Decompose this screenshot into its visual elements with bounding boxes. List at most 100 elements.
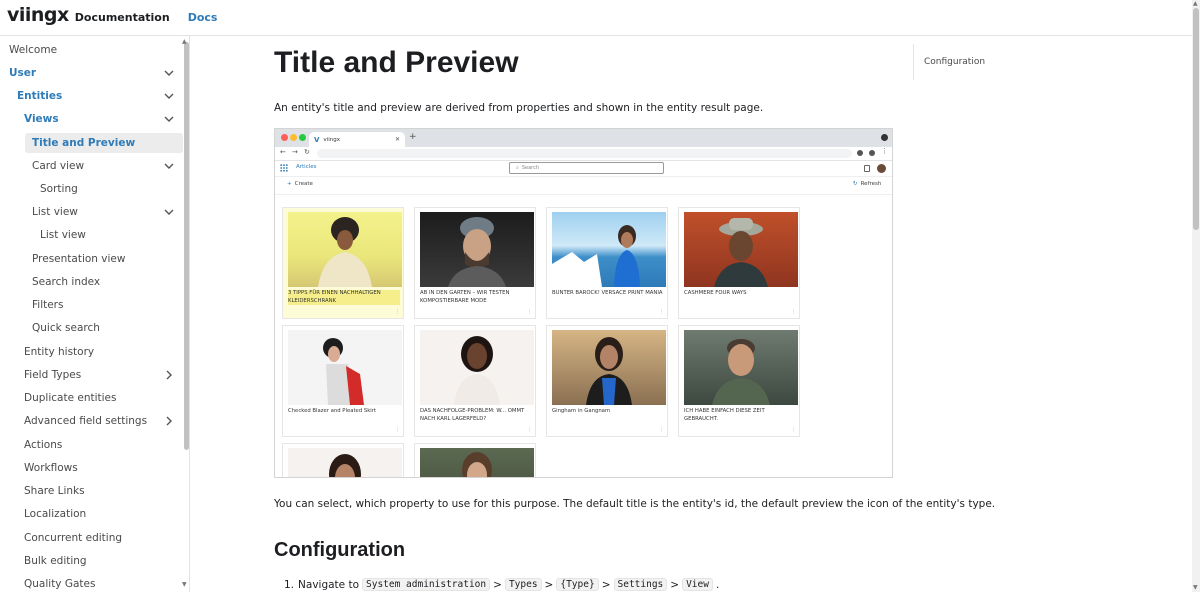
sidebar-item-welcome[interactable]: Welcome	[9, 40, 179, 60]
new-tab-icon: +	[409, 132, 417, 142]
sidebar-item-label: Welcome	[9, 44, 58, 56]
sidebar-item-workflows[interactable]: Workflows	[24, 458, 179, 478]
app-refresh-label: Refresh	[860, 181, 882, 187]
sidebar-item-card-view[interactable]: Card view	[32, 156, 179, 176]
sidebar-item-label: Card view	[32, 160, 85, 172]
sidebar-item-concurrent-editing[interactable]: Concurrent editing	[24, 528, 179, 548]
card-image	[288, 212, 402, 287]
sidebar-item-user[interactable]: User	[9, 63, 179, 83]
back-arrow-icon: ←	[280, 148, 286, 156]
site-logo[interactable]: viingx	[7, 4, 69, 26]
nav-docs-link[interactable]: Docs	[188, 11, 218, 24]
browser-tab-title: viingx	[323, 136, 340, 143]
browser-profile-icon	[881, 134, 888, 141]
search-icon: ⌕	[516, 165, 519, 171]
article-card: 3 TIPPS FÜR EINEN NACHHALTIGEN KLEIDERSC…	[282, 207, 404, 319]
sidebar-item-label: Localization	[24, 508, 87, 520]
card-menu-icon: ⋮	[659, 309, 664, 315]
card-menu-icon: ⋮	[395, 427, 400, 433]
scroll-down-arrow-icon[interactable]: ▼	[182, 581, 187, 588]
article-card: Checked Blazer and Pleated Skirt ⋮	[282, 325, 404, 437]
sidebar-item-duplicate-entities[interactable]: Duplicate entities	[24, 388, 179, 408]
step-number: 1.	[284, 578, 295, 591]
sidebar-item-presentation-view[interactable]: Presentation view	[32, 249, 179, 269]
sidebar-item-field-types[interactable]: Field Types	[24, 365, 179, 385]
article-card: Gingham in Gangnam ⋮	[546, 325, 668, 437]
scroll-down-arrow-icon[interactable]: ▼	[1193, 584, 1198, 591]
article-card: CASHMERE FOUR WAYS ⋮	[678, 207, 800, 319]
card-image	[420, 330, 534, 405]
toc-item-configuration[interactable]: Configuration	[924, 57, 985, 67]
path-view: View	[682, 578, 713, 591]
preview-screenshot: V viingx ✕ + ← → ↻ ⋮ Articles ⌕ Search + C…	[274, 128, 893, 478]
card-menu-icon: ⋮	[395, 309, 400, 315]
sidebar-scrollbar-thumb[interactable]	[184, 42, 189, 450]
chevron-down-icon[interactable]	[162, 205, 176, 219]
sidebar-item-title-and-preview[interactable]: Title and Preview	[25, 133, 183, 153]
path-settings: Settings	[613, 578, 668, 591]
card-image	[288, 448, 402, 477]
sidebar-item-label: Sorting	[40, 183, 78, 195]
clipboard-icon	[864, 165, 870, 172]
sidebar-item-sorting[interactable]: Sorting	[40, 179, 179, 199]
browser-url-field	[317, 149, 852, 158]
sidebar-item-list-view-sub[interactable]: List view	[40, 225, 179, 245]
card-caption: DAS NACHFOLGE-PROBLEM: W... OMMT NACH KA…	[420, 408, 525, 422]
chevron-down-icon[interactable]	[162, 159, 176, 173]
sidebar-item-advanced-field-settings[interactable]: Advanced field settings	[24, 411, 179, 431]
path-types: Types	[504, 578, 542, 591]
sidebar-item-share-links[interactable]: Share Links	[24, 481, 179, 501]
step-prefix: Navigate to	[298, 578, 360, 591]
sidebar-item-quality-gates[interactable]: Quality Gates	[24, 574, 179, 592]
card-menu-icon: ⋮	[527, 309, 532, 315]
sidebar-item-label: Quality Gates	[24, 578, 96, 590]
sidebar-item-label: Workflows	[24, 462, 78, 474]
card-caption: ICH HABE EINFACH DIESE ZEIT GEBRAUCHT.	[684, 408, 765, 422]
sidebar-item-search-index[interactable]: Search index	[32, 272, 179, 292]
app-toolbar	[275, 177, 892, 195]
app-create-label: Create	[294, 181, 313, 187]
chevron-right-icon[interactable]	[162, 414, 176, 428]
article-card: ICH HABE EINFACH DIESE ZEIT GEBRAUCHT. ⋮	[678, 325, 800, 437]
top-navbar: viingx Documentation Docs	[0, 0, 1192, 36]
reload-icon: ↻	[304, 148, 310, 156]
viingx-logo-icon: V	[314, 135, 320, 144]
chevron-down-icon[interactable]	[162, 66, 176, 80]
page-scrollbar-thumb[interactable]	[1193, 8, 1199, 230]
sidebar-item-list-view[interactable]: List view	[32, 202, 179, 222]
chevron-down-icon[interactable]	[162, 89, 176, 103]
sidebar-item-filters[interactable]: Filters	[32, 295, 179, 315]
avatar	[877, 164, 886, 173]
card-caption: 3 TIPPS FÜR EINEN NACHHALTIGEN KLEIDERSC…	[288, 290, 400, 305]
sidebar-item-quick-search[interactable]: Quick search	[32, 318, 179, 338]
sidebar: Welcome User Entities Views Title and Pr…	[0, 36, 190, 592]
chevron-right-icon[interactable]	[162, 368, 176, 382]
card-image	[420, 448, 534, 477]
sidebar-item-entities[interactable]: Entities	[17, 86, 179, 106]
sidebar-item-label: Concurrent editing	[24, 532, 123, 544]
browser-tab: V viingx ✕	[309, 132, 405, 147]
sidebar-item-entity-history[interactable]: Entity history	[24, 342, 179, 362]
profile-icon	[869, 150, 875, 156]
sidebar-item-label: Filters	[32, 299, 64, 311]
sidebar-item-views[interactable]: Views	[24, 109, 179, 129]
article-card	[282, 443, 404, 477]
card-image	[420, 212, 534, 287]
sidebar-item-bulk-editing[interactable]: Bulk editing	[24, 551, 179, 571]
window-minimize-dot-icon	[290, 134, 297, 141]
app-search-field: ⌕ Search	[509, 162, 664, 174]
sidebar-item-label: User	[9, 67, 37, 79]
scroll-up-arrow-icon[interactable]: ▲	[1193, 0, 1198, 7]
sidebar-item-localization[interactable]: Localization	[24, 504, 179, 524]
description-paragraph: You can select, which property to use fo…	[274, 498, 996, 510]
sidebar-item-label: Entity history	[24, 346, 95, 358]
sidebar-item-actions[interactable]: Actions	[24, 435, 179, 455]
sidebar-item-label: List view	[32, 206, 78, 218]
scroll-up-arrow-icon[interactable]: ▲	[182, 38, 187, 45]
sidebar-item-label: Presentation view	[32, 253, 126, 265]
card-caption: CASHMERE FOUR WAYS	[684, 290, 747, 296]
chevron-down-icon[interactable]	[162, 112, 176, 126]
site-title[interactable]: Documentation	[75, 11, 170, 24]
sidebar-item-label: Duplicate entities	[24, 392, 117, 404]
page-title: Title and Preview	[274, 46, 519, 79]
